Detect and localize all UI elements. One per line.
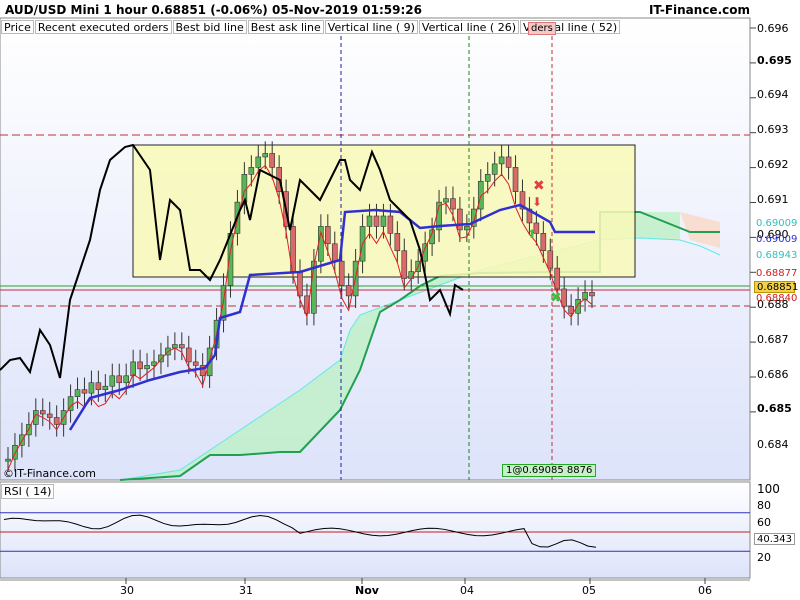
legend-best-ask[interactable]: Best ask line <box>247 20 324 34</box>
price-chart[interactable]: ✖✖⬇⬆ <box>0 0 800 600</box>
candle-10 <box>74 389 81 397</box>
candle-15 <box>109 375 116 387</box>
candle-47 <box>331 243 338 262</box>
down-arrow-icon: ⬇ <box>532 195 542 209</box>
y-tick-0.693: 0.693 <box>757 123 789 136</box>
candle-55 <box>387 215 394 234</box>
x-tick-05: 05 <box>582 584 596 597</box>
candle-57 <box>401 250 408 279</box>
price-tag-last: 0.68851 <box>754 281 798 293</box>
y-tick-0.684: 0.684 <box>757 438 789 451</box>
x-tick-31: 31 <box>239 584 253 597</box>
y-tick-0.695: 0.695 <box>757 54 792 67</box>
rsi-pane <box>0 481 751 579</box>
candle-46 <box>325 226 331 245</box>
chart-title: AUD/USD Mini 1 hour 0.68851 (-0.06%) 05-… <box>5 3 423 17</box>
x-tick-04: 04 <box>460 584 474 597</box>
candle-56 <box>394 233 401 252</box>
candle-7 <box>53 417 60 425</box>
candle-65 <box>457 208 463 231</box>
price-tag-senkou-a: 0.69009 <box>756 218 798 229</box>
executed-order-box[interactable]: 1@0.69085 8876 <box>502 464 597 477</box>
candle-19 <box>137 361 143 370</box>
copyright: ©IT-Finance.com <box>3 467 96 480</box>
rsi-tick-80: 80 <box>757 499 771 512</box>
rsi-label[interactable]: RSI ( 14) <box>1 484 55 499</box>
sell-marker-icon: ✖ <box>533 178 545 194</box>
candle-27 <box>192 361 199 366</box>
brand-label: IT-Finance.com <box>648 3 750 17</box>
candle-14 <box>102 385 109 390</box>
candle-80 <box>561 288 567 307</box>
candle-0 <box>5 458 11 462</box>
candle-78 <box>547 250 554 269</box>
candle-69 <box>484 174 491 182</box>
x-tick-30: 30 <box>120 584 134 597</box>
chart-window: ✖ ✖ ⬇ ⬆ AUD/USD Mini 1 hour 0.68851 (-0.06%… <box>0 0 800 600</box>
candle-17 <box>123 375 129 384</box>
candle-84 <box>589 292 595 297</box>
candle-77 <box>540 233 547 252</box>
buy-marker-icon: ✖ <box>550 290 562 306</box>
y-tick-0.686: 0.686 <box>757 368 789 381</box>
y-tick-0.687: 0.687 <box>757 333 789 346</box>
candle-21 <box>151 361 157 366</box>
price-tag-bid: 0.68840 <box>756 293 798 304</box>
candle-35 <box>248 167 255 175</box>
legend-recent-orders[interactable]: Recent executed orders <box>34 20 172 34</box>
rsi-tick-60: 60 <box>757 516 771 529</box>
legend-price[interactable]: Price <box>1 20 34 34</box>
price-tag-senkou-b: 0.68943 <box>756 250 798 261</box>
candle-72 <box>505 156 512 168</box>
candle-11 <box>81 389 88 394</box>
candle-52 <box>366 215 373 227</box>
legend-vline-26[interactable]: Vertical line ( 26) <box>418 20 520 34</box>
candle-64 <box>450 198 456 210</box>
candle-13 <box>95 382 102 390</box>
x-tick-nov: Nov <box>355 584 379 597</box>
candle-73 <box>512 167 519 192</box>
candle-20 <box>144 365 150 370</box>
rsi-value-tag: 40.343 <box>754 533 795 545</box>
recent-order-label[interactable]: ders <box>528 22 556 35</box>
x-tick-06: 06 <box>698 584 712 597</box>
price-tag-tenkan: 0.68877 <box>756 268 798 279</box>
candle-66 <box>464 226 470 231</box>
candle-79 <box>554 267 561 290</box>
candle-82 <box>575 299 581 314</box>
price-tag-kijun: 0.69009 <box>756 234 798 245</box>
candle-63 <box>443 198 449 203</box>
candle-81 <box>568 306 574 314</box>
candle-12 <box>88 382 95 394</box>
y-tick-0.692: 0.692 <box>757 158 789 171</box>
candle-16 <box>116 375 123 384</box>
candle-36 <box>255 156 262 168</box>
candle-54 <box>380 215 387 227</box>
candle-49 <box>345 285 352 297</box>
legend-vline-9[interactable]: Vertical line ( 9) <box>324 20 418 34</box>
y-tick-0.696: 0.696 <box>757 22 789 35</box>
candle-26 <box>185 347 192 363</box>
up-arrow-icon: ⬆ <box>527 227 537 241</box>
y-tick-0.691: 0.691 <box>757 193 789 206</box>
candle-38 <box>269 153 275 168</box>
candle-71 <box>498 156 505 165</box>
legend-best-bid[interactable]: Best bid line <box>172 20 247 34</box>
candle-53 <box>373 215 380 227</box>
rsi-tick-100: 100 <box>757 482 780 496</box>
candle-25 <box>179 344 185 349</box>
y-tick-0.685: 0.685 <box>757 402 792 415</box>
candle-6 <box>46 413 53 418</box>
candle-24 <box>172 344 178 349</box>
candle-5 <box>39 410 46 415</box>
candle-70 <box>491 163 498 175</box>
y-tick-0.694: 0.694 <box>757 88 789 101</box>
candle-48 <box>338 260 345 286</box>
candle-37 <box>262 153 269 158</box>
rsi-tick-20: 20 <box>757 551 771 564</box>
